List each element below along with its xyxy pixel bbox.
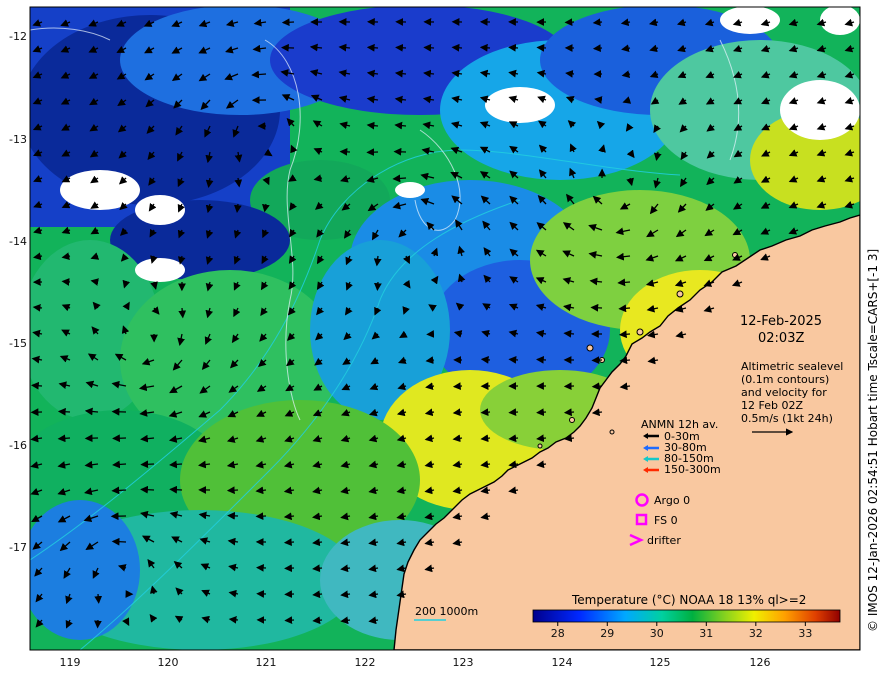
velocity-arrow [312,564,323,573]
colorbar-title: Temperature (°C) NOAA 18 13% ql>=2 [572,593,807,607]
note-line: Altimetric sealevel [741,360,844,373]
velocity-arrow [312,616,323,625]
velocity-arrow [284,616,295,625]
velocity-arrow [591,382,603,391]
velocity-arrow [619,356,631,365]
velocity-arrow [392,174,407,183]
velocity-arrow [112,434,127,443]
velocity-arrow [594,96,603,104]
lat-tick: -16 [9,439,27,452]
lon-axis: 119 120 121 122 123 124 125 126 [60,656,771,669]
velocity-arrow [169,485,183,494]
velocity-arrow [61,278,71,286]
lat-tick: -13 [9,133,27,146]
lat-tick: -17 [9,541,27,554]
lat-tick: -14 [9,235,27,248]
mooring-label: 150-300m [664,463,721,476]
velocity-arrow [178,307,187,319]
velocity-arrow [112,460,127,469]
altimetry-note: Altimetric sealevel (0.1m contours) and … [741,360,843,425]
velocity-arrow [366,43,379,52]
velocity-arrow [32,303,43,312]
drifter-label: drifter [647,534,681,547]
velocity-arrow [617,278,631,287]
colorbar [532,609,841,623]
velocity-arrow [111,537,127,546]
velocity-arrow [536,43,547,52]
side-credit: © IMOS 12-Jan-2026 02:54:51 Hobart time … [866,248,880,632]
velocity-arrow [590,303,603,312]
velocity-arrow [451,43,463,52]
velocity-arrow [452,382,463,390]
lon-tick: 119 [60,656,81,669]
velocity-arrow [423,43,435,52]
velocity-arrow [565,69,575,78]
colorbar-tick-label: 29 [600,627,614,640]
lon-tick: 126 [750,656,771,669]
velocity-arrow [536,355,547,364]
velocity-arrow [233,203,242,213]
velocity-arrow [169,460,183,469]
colorbar-tick-label: 30 [650,627,664,640]
lon-tick: 121 [256,656,277,669]
velocity-arrow [226,486,239,495]
lon-tick: 120 [158,656,179,669]
colorbar-tick-label: 31 [699,627,713,640]
lat-axis: -12 -13 -14 -15 -16 -17 [9,30,27,554]
note-line: 0.5m/s (1kt 24h) [741,412,833,425]
lat-tick: -12 [9,30,27,43]
velocity-arrow [374,281,382,291]
velocity-arrow [140,460,155,469]
fs-label: FS 0 [654,514,678,527]
map-date: 12-Feb-2025 [740,314,823,329]
velocity-arrow [281,18,295,27]
velocity-arrow [592,18,603,27]
sst-map: 119 120 121 122 123 124 125 126 -12 -13 … [9,6,861,669]
velocity-arrow [283,538,295,547]
argo-label: Argo 0 [654,494,691,507]
isobath-legend-label: 200 1000m [415,605,479,618]
note-line: and velocity for [741,386,827,399]
velocity-arrow [508,43,519,52]
velocity-arrow [228,615,239,624]
velocity-arrow [563,408,575,417]
velocity-arrow [111,486,127,495]
map-time: 02:03Z [758,331,805,346]
lat-tick: -15 [9,337,27,350]
lon-tick: 123 [453,656,474,669]
note-line: (0.1m contours) [741,373,830,386]
velocity-arrow [536,434,547,443]
velocity-arrow [31,381,43,390]
velocity-arrow [94,593,103,604]
velocity-arrow [395,43,407,52]
velocity-arrow [618,330,631,339]
velocity-arrow [508,355,519,364]
lon-tick: 122 [355,656,376,669]
lon-tick: 124 [552,656,573,669]
velocity-arrow [480,355,491,364]
note-line: 12 Feb 02Z [741,399,803,412]
velocity-arrow [312,590,323,599]
velocity-arrow [57,434,71,443]
colorbar-tick-label: 28 [551,627,565,640]
velocity-arrow [618,304,631,313]
colorbar-tick-label: 32 [749,627,763,640]
velocity-arrow [479,43,491,52]
velocity-arrow [140,485,155,494]
colorbar-tick-label: 33 [798,627,812,640]
velocity-arrow [480,408,491,417]
velocity-arrow [508,408,519,417]
velocity-arrow [592,44,603,52]
lon-tick: 125 [650,656,671,669]
velocity-arrow [57,407,71,416]
velocity-arrow [563,329,575,338]
velocity-arrow [508,434,519,443]
velocity-arrow [536,408,547,417]
